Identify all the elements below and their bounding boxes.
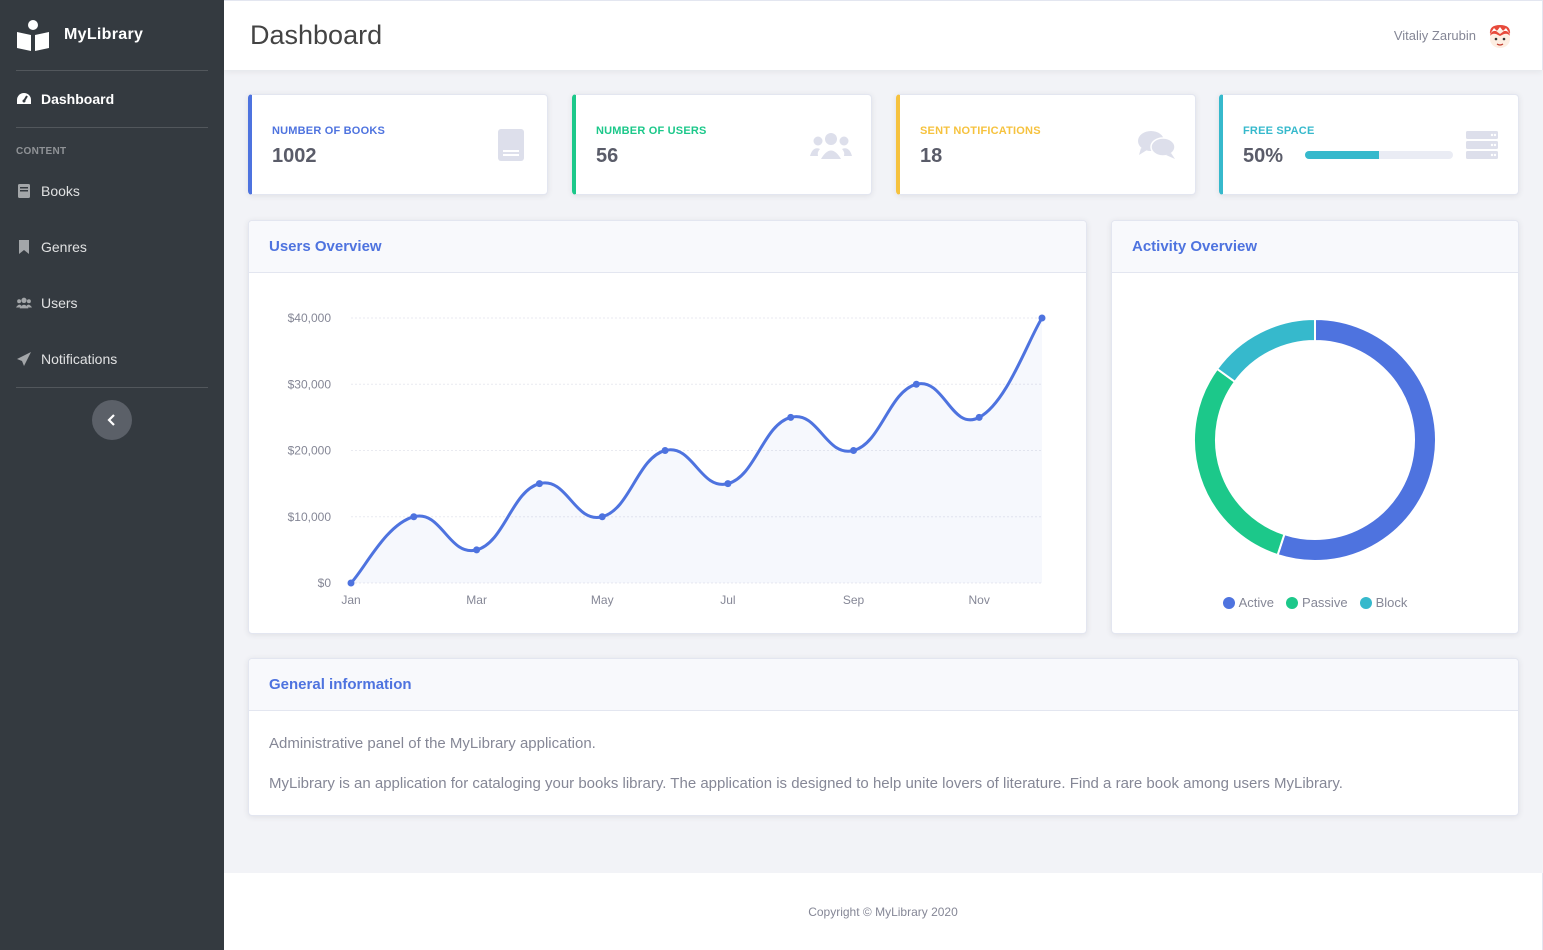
data-point[interactable] bbox=[1038, 314, 1046, 322]
y-tick-label: $10,000 bbox=[288, 510, 332, 524]
server-icon bbox=[1464, 127, 1500, 163]
legend-item-active: Active bbox=[1222, 595, 1275, 610]
data-point[interactable] bbox=[410, 513, 418, 521]
y-tick-label: $40,000 bbox=[288, 311, 332, 325]
legend-dot bbox=[1359, 596, 1372, 609]
x-tick-label: Jan bbox=[341, 593, 360, 607]
x-tick-label: May bbox=[591, 593, 614, 607]
x-tick-label: Sep bbox=[843, 593, 865, 607]
sidebar-item-label: Genres bbox=[41, 239, 87, 255]
avatar bbox=[1489, 24, 1511, 48]
data-point[interactable] bbox=[724, 480, 732, 488]
copyright-text: Copyright © MyLibrary 2020 bbox=[808, 904, 958, 919]
stat-value: 18 bbox=[920, 145, 943, 167]
legend-label: Block bbox=[1375, 595, 1408, 610]
stat-card-books: NUMBER OF BOOKS 1002 bbox=[248, 94, 548, 195]
chevron-left-icon bbox=[107, 414, 115, 426]
activity-overview-chart bbox=[1193, 317, 1437, 562]
y-tick-label: $0 bbox=[318, 576, 332, 590]
legend-dot bbox=[1222, 596, 1235, 609]
legend-label: Passive bbox=[1302, 595, 1348, 610]
data-point[interactable] bbox=[347, 579, 355, 587]
stat-value: 1002 bbox=[272, 145, 317, 167]
free-space-progress-bar bbox=[1305, 151, 1453, 159]
data-point[interactable] bbox=[473, 546, 481, 554]
stat-card-free-space: FREE SPACE 50% bbox=[1219, 94, 1519, 195]
comments-icon bbox=[1137, 127, 1177, 163]
users-icon bbox=[809, 127, 853, 163]
sidebar-item-notifications[interactable]: Notifications bbox=[0, 331, 224, 387]
data-point[interactable] bbox=[598, 513, 606, 521]
x-tick-label: Mar bbox=[466, 593, 487, 607]
info-paragraph: MyLibrary is an application for catalogi… bbox=[269, 775, 1343, 792]
panel-title: Users Overview bbox=[249, 221, 1086, 273]
users-icon bbox=[16, 295, 32, 311]
data-point[interactable] bbox=[912, 380, 920, 388]
sidebar: MyLibrary Dashboard CONTENT Books Genres… bbox=[0, 0, 224, 950]
general-info-panel: General information Administrative panel… bbox=[248, 658, 1519, 816]
stat-label: SENT NOTIFICATIONS bbox=[920, 125, 1041, 137]
data-point[interactable] bbox=[787, 413, 795, 421]
paper-plane-icon bbox=[16, 351, 32, 367]
stat-label: NUMBER OF BOOKS bbox=[272, 125, 385, 137]
sidebar-item-users[interactable]: Users bbox=[0, 275, 224, 331]
sidebar-item-genres[interactable]: Genres bbox=[0, 219, 224, 275]
topbar: Dashboard Vitaliy Zarubin bbox=[224, 0, 1543, 70]
brand[interactable]: MyLibrary bbox=[0, 0, 224, 70]
legend-dot bbox=[1286, 596, 1299, 609]
book-icon bbox=[16, 183, 32, 199]
sidebar-item-label: Dashboard bbox=[41, 91, 115, 107]
brand-name: MyLibrary bbox=[64, 26, 144, 43]
data-point[interactable] bbox=[661, 447, 669, 454]
data-point[interactable] bbox=[975, 413, 983, 421]
stat-label: NUMBER OF USERS bbox=[596, 125, 707, 137]
book-icon bbox=[493, 127, 529, 163]
x-tick-label: Jul bbox=[720, 593, 735, 607]
x-tick-label: Nov bbox=[969, 593, 990, 607]
panel-title: General information bbox=[249, 659, 1518, 711]
sidebar-item-dashboard[interactable]: Dashboard bbox=[0, 71, 224, 127]
sidebar-item-label: Notifications bbox=[41, 351, 118, 367]
bookmark-icon bbox=[16, 239, 32, 255]
users-overview-panel: Users Overview $0 $10,000 $20,000 $30,000 $4… bbox=[248, 220, 1087, 634]
stat-value: 50% bbox=[1243, 145, 1284, 167]
sidebar-heading: CONTENT bbox=[16, 146, 67, 157]
user-name: Vitaliy Zarubin bbox=[1393, 28, 1476, 43]
sidebar-toggle-button[interactable] bbox=[92, 400, 132, 440]
user-menu[interactable]: Vitaliy Zarubin bbox=[1394, 22, 1514, 50]
chart-legend: Active Passive Block bbox=[1112, 595, 1518, 610]
sidebar-item-label: Users bbox=[41, 295, 78, 311]
legend-label: Active bbox=[1238, 595, 1275, 610]
sidebar-item-books[interactable]: Books bbox=[0, 163, 224, 219]
footer: Copyright © MyLibrary 2020 bbox=[224, 873, 1543, 950]
progress-fill bbox=[1305, 151, 1379, 159]
data-point[interactable] bbox=[535, 480, 543, 488]
stat-card-users: NUMBER OF USERS 56 bbox=[572, 94, 872, 195]
legend-item-block: Block bbox=[1359, 595, 1408, 610]
data-point[interactable] bbox=[850, 447, 858, 454]
info-paragraph: Administrative panel of the MyLibrary ap… bbox=[269, 735, 596, 752]
panel-title: Activity Overview bbox=[1112, 221, 1518, 273]
tachometer-icon bbox=[16, 91, 32, 107]
users-overview-chart: $0 $10,000 $20,000 $30,000 $40,000 Jan Mar May J… bbox=[288, 311, 1046, 607]
sidebar-item-label: Books bbox=[41, 183, 80, 199]
donut-slice-passive[interactable] bbox=[1193, 367, 1286, 557]
stat-value: 56 bbox=[596, 145, 619, 167]
stat-label: FREE SPACE bbox=[1243, 125, 1315, 137]
y-tick-label: $20,000 bbox=[288, 444, 332, 458]
donut-slice-block[interactable] bbox=[1215, 317, 1316, 384]
donut-slice-active[interactable] bbox=[1276, 317, 1437, 562]
y-tick-label: $30,000 bbox=[288, 377, 332, 391]
page-title: Dashboard bbox=[250, 20, 383, 50]
sidebar-divider bbox=[16, 387, 208, 388]
legend-item-passive: Passive bbox=[1286, 595, 1348, 610]
stat-card-notifications: SENT NOTIFICATIONS 18 bbox=[896, 94, 1196, 195]
reader-logo-icon bbox=[17, 20, 49, 51]
activity-overview-panel: Activity Overview Active Passive Block bbox=[1111, 220, 1519, 634]
